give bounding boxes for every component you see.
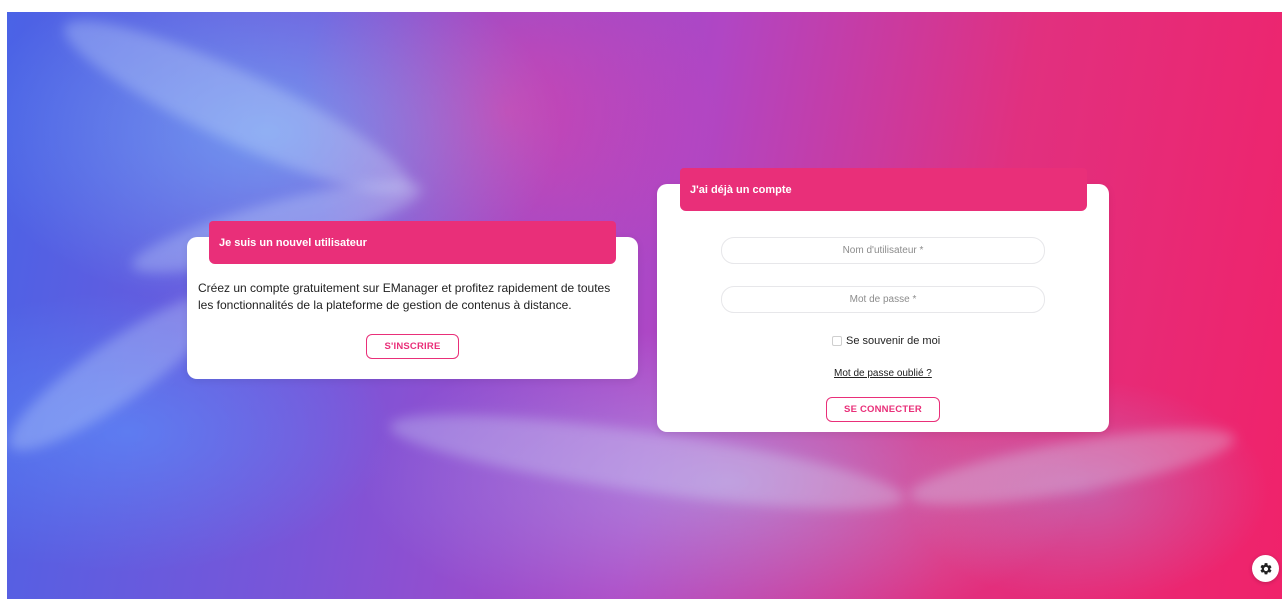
- login-card: J'ai déjà un compte Se souvenir de moi M…: [657, 168, 1109, 432]
- new-user-description: Créez un compte gratuitement sur EManage…: [198, 281, 611, 312]
- remember-me-checkbox[interactable]: [832, 336, 842, 346]
- login-card-header: J'ai déjà un compte: [680, 168, 1087, 211]
- remember-me-label: Se souvenir de moi: [846, 335, 941, 347]
- gear-icon: [1260, 562, 1271, 574]
- new-user-card: Je suis un nouvel utilisateur Créez un c…: [187, 221, 638, 379]
- password-input[interactable]: [721, 286, 1045, 313]
- signup-button[interactable]: S'INSCRIRE: [366, 334, 459, 359]
- username-input[interactable]: [721, 237, 1045, 264]
- login-title: J'ai déjà un compte: [690, 183, 792, 196]
- login-button[interactable]: SE CONNECTER: [826, 397, 940, 422]
- forgot-password-link[interactable]: Mot de passe oublié ?: [834, 368, 932, 379]
- settings-button[interactable]: [1252, 555, 1279, 582]
- remember-me[interactable]: Se souvenir de moi: [832, 335, 940, 347]
- new-user-card-header: Je suis un nouvel utilisateur: [209, 221, 616, 264]
- new-user-title: Je suis un nouvel utilisateur: [219, 236, 367, 249]
